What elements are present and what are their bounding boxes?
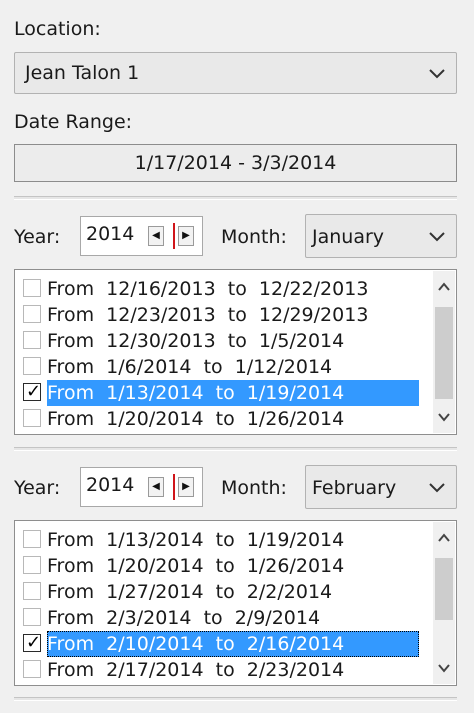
month-dropdown[interactable]: February [305, 465, 457, 509]
list-item-selected[interactable]: ✓ From 1/13/2014 to 1/19/2014 [21, 380, 419, 406]
week-range: From 1/27/2014 to 2/2/2014 [47, 581, 333, 603]
chevron-down-icon[interactable] [436, 660, 452, 676]
checkbox-checked[interactable]: ✓ [23, 383, 41, 401]
separator [14, 697, 457, 701]
checkbox[interactable] [23, 582, 41, 600]
checkbox[interactable] [23, 279, 41, 297]
scroll-thumb[interactable] [435, 558, 453, 620]
year-label: Year: [14, 226, 61, 248]
list-item[interactable]: From 2/17/2014 to 2/23/2014 [21, 657, 419, 683]
week-range: From 12/30/2013 to 1/5/2014 [47, 330, 345, 352]
list-item[interactable]: From 2/3/2014 to 2/9/2014 [21, 605, 419, 631]
year-value: 2014 [86, 474, 135, 496]
spin-divider [173, 223, 175, 249]
week-range: From 2/10/2014 to 2/16/2014 [47, 631, 419, 657]
scrollbar[interactable] [433, 271, 455, 433]
arrow-right-icon[interactable]: ▶ [178, 477, 194, 497]
year-spinner[interactable]: 2014 ◀ ▶ [80, 467, 203, 507]
list-item[interactable]: From 1/20/2014 to 1/26/2014 [21, 406, 419, 432]
chevron-up-icon[interactable] [436, 279, 452, 295]
chevron-down-icon [429, 69, 445, 79]
week-list[interactable]: From 12/16/2013 to 12/22/2013 From 12/23… [14, 269, 457, 435]
checkbox[interactable] [23, 409, 41, 427]
separator [14, 196, 457, 200]
checkmark-icon: ✓ [26, 381, 42, 402]
week-range: From 1/13/2014 to 1/19/2014 [47, 380, 419, 406]
month-selected-value: February [312, 477, 397, 499]
week-range: From 1/20/2014 to 1/26/2014 [47, 408, 345, 430]
checkbox[interactable] [23, 357, 41, 375]
location-selected-value: Jean Talon 1 [25, 62, 140, 84]
week-range: From 12/23/2013 to 12/29/2013 [47, 304, 369, 326]
month-dropdown[interactable]: January [305, 214, 457, 258]
list-item[interactable]: From 12/30/2013 to 1/5/2014 [21, 328, 419, 354]
checkbox[interactable] [23, 608, 41, 626]
week-range: From 1/6/2014 to 1/12/2014 [47, 356, 333, 378]
arrow-left-icon[interactable]: ◀ [148, 477, 164, 497]
date-range-label: Date Range: [14, 111, 133, 133]
checkbox[interactable] [23, 331, 41, 349]
week-range: From 2/3/2014 to 2/9/2014 [47, 607, 321, 629]
location-dropdown[interactable]: Jean Talon 1 [14, 52, 457, 94]
week-list[interactable]: From 1/13/2014 to 1/19/2014 From 1/20/20… [14, 520, 457, 686]
chevron-down-icon [429, 232, 445, 242]
checkmark-icon: ✓ [26, 632, 42, 653]
month-label: Month: [221, 226, 287, 248]
week-range: From 2/17/2014 to 2/23/2014 [47, 659, 345, 681]
scroll-thumb[interactable] [435, 307, 453, 399]
chevron-down-icon [429, 483, 445, 493]
week-range: From 1/13/2014 to 1/19/2014 [47, 529, 345, 551]
checkbox[interactable] [23, 305, 41, 323]
year-spinner[interactable]: 2014 ◀ ▶ [80, 216, 203, 256]
arrow-left-icon[interactable]: ◀ [148, 226, 164, 246]
list-item[interactable]: From 1/20/2014 to 1/26/2014 [21, 553, 419, 579]
scrollbar[interactable] [433, 522, 455, 684]
separator [14, 447, 457, 451]
chevron-up-icon[interactable] [436, 530, 452, 546]
year-value: 2014 [86, 223, 135, 245]
location-label: Location: [14, 18, 101, 40]
month-selected-value: January [312, 226, 385, 248]
list-item-selected[interactable]: ✓ From 2/10/2014 to 2/16/2014 [21, 631, 419, 657]
checkbox-checked[interactable]: ✓ [23, 634, 41, 652]
week-range: From 1/20/2014 to 1/26/2014 [47, 555, 345, 577]
spin-divider [173, 474, 175, 500]
date-range-display: 1/17/2014 - 3/3/2014 [14, 144, 457, 182]
checkbox[interactable] [23, 556, 41, 574]
list-item[interactable]: From 1/13/2014 to 1/19/2014 [21, 527, 419, 553]
list-item[interactable]: From 12/23/2013 to 12/29/2013 [21, 302, 419, 328]
week-range: From 12/16/2013 to 12/22/2013 [47, 278, 369, 300]
chevron-down-icon[interactable] [436, 409, 452, 425]
checkbox[interactable] [23, 530, 41, 548]
list-item[interactable]: From 1/27/2014 to 2/2/2014 [21, 579, 419, 605]
list-item[interactable]: From 12/16/2013 to 12/22/2013 [21, 276, 419, 302]
arrow-right-icon[interactable]: ▶ [178, 226, 194, 246]
month-label: Month: [221, 477, 287, 499]
year-label: Year: [14, 477, 61, 499]
list-item[interactable]: From 1/6/2014 to 1/12/2014 [21, 354, 419, 380]
checkbox[interactable] [23, 660, 41, 678]
